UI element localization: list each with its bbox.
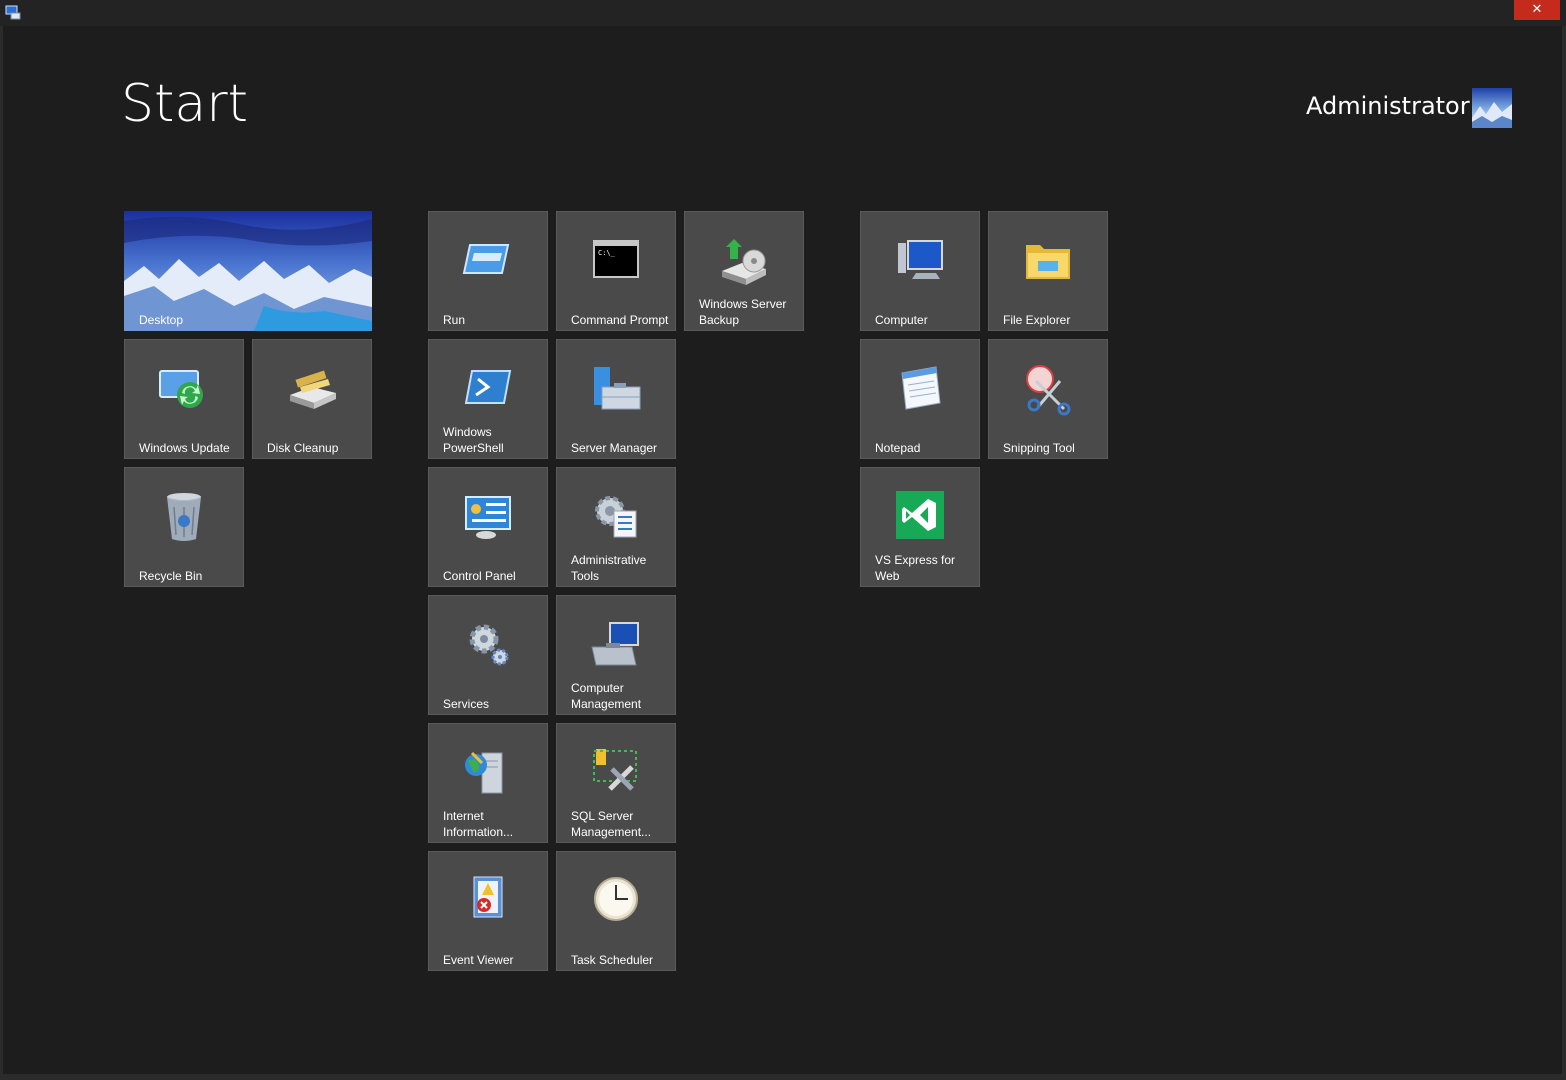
tile-label: Server Manager — [571, 441, 658, 455]
title-bar: ✕ — [0, 0, 1566, 26]
tile-label: VS Express for Web — [875, 553, 956, 583]
folder-icon — [1026, 245, 1070, 279]
tile-recycle-bin[interactable]: Recycle Bin — [124, 467, 244, 587]
tile-windows-update[interactable]: Windows Update — [124, 339, 244, 459]
window-frame-right — [1562, 26, 1566, 1080]
administrative-tools-icon — [595, 496, 637, 538]
windows-update-icon — [159, 370, 203, 408]
disk-cleanup-icon — [290, 370, 336, 409]
event-viewer-icon — [473, 876, 503, 918]
tile-server-manager[interactable]: Server Manager — [556, 339, 676, 459]
tile-desktop[interactable]: Desktop — [124, 211, 372, 331]
tile-label: Snipping Tool — [1003, 441, 1075, 455]
tile-windows-powershell[interactable]: Windows PowerShell — [428, 339, 548, 459]
server-manager-icon — [594, 367, 641, 410]
run-icon — [462, 244, 510, 274]
tile-label: Administrative Tools — [571, 553, 647, 583]
server-backup-icon — [722, 239, 766, 285]
tile-label: Task Scheduler — [571, 953, 654, 967]
tile-label: Disk Cleanup — [267, 441, 339, 455]
tile-label: SQL Server Management... — [571, 809, 652, 839]
tile-run[interactable]: Run — [428, 211, 548, 331]
powershell-icon — [464, 370, 512, 404]
tile-label: Event Viewer — [443, 953, 514, 967]
tile-notepad[interactable]: Notepad — [860, 339, 980, 459]
tile-computer-management[interactable]: Computer Management — [556, 595, 676, 715]
page-title: Start — [121, 74, 249, 134]
tile-administrative-tools[interactable]: Administrative Tools — [556, 467, 676, 587]
close-button[interactable]: ✕ — [1514, 0, 1560, 20]
tile-control-panel[interactable]: Control Panel — [428, 467, 548, 587]
avatar — [1472, 88, 1512, 128]
scissors-icon — [1026, 365, 1071, 416]
computer-monitor-icon — [898, 240, 943, 279]
visual-studio-icon — [896, 491, 944, 539]
tile-disk-cleanup[interactable]: Disk Cleanup — [252, 339, 372, 459]
computer-management-icon — [591, 622, 639, 666]
task-scheduler-clock-icon — [594, 877, 638, 921]
tile-label: Command Prompt — [571, 313, 669, 327]
recycle-bin-icon — [167, 493, 201, 541]
tile-label: Recycle Bin — [139, 569, 203, 583]
remote-desktop-icon — [5, 5, 21, 20]
svg-text:C:\_: C:\_ — [598, 249, 616, 257]
tile-computer[interactable]: Computer — [860, 211, 980, 331]
tile-file-explorer[interactable]: File Explorer — [988, 211, 1108, 331]
iis-icon — [465, 751, 503, 794]
tile-internet-information-services[interactable]: Internet Information... — [428, 723, 548, 843]
tile-command-prompt[interactable]: C:\_ Command Prompt — [556, 211, 676, 331]
tile-label: Computer Management — [571, 681, 642, 711]
tile-label: Windows Server Backup — [699, 297, 787, 327]
tile-vs-express-for-web[interactable]: VS Express for Web — [860, 467, 980, 587]
sql-server-icon — [593, 749, 637, 791]
services-gear-icon — [469, 624, 509, 666]
notepad-icon — [901, 366, 941, 410]
control-panel-icon — [465, 496, 511, 539]
user-name: Administrator — [1306, 92, 1470, 120]
tile-label: Desktop — [139, 313, 184, 327]
window-frame-bottom — [0, 1074, 1566, 1080]
tile-label: Windows Update — [139, 441, 230, 455]
tile-snipping-tool[interactable]: Snipping Tool — [988, 339, 1108, 459]
tile-task-scheduler[interactable]: Task Scheduler — [556, 851, 676, 971]
tile-services[interactable]: Services — [428, 595, 548, 715]
window-frame-left — [0, 26, 3, 1080]
tile-label: Services — [443, 697, 490, 711]
tile-label: Internet Information... — [443, 809, 514, 839]
command-prompt-icon: C:\_ — [593, 240, 639, 278]
tile-label: Run — [443, 313, 466, 327]
tile-label: Computer — [875, 313, 928, 327]
tile-event-viewer[interactable]: Event Viewer — [428, 851, 548, 971]
tile-label: File Explorer — [1003, 313, 1071, 327]
tile-label: Notepad — [875, 441, 921, 455]
tile-label: Windows PowerShell — [443, 425, 504, 455]
tile-label: Control Panel — [443, 569, 516, 583]
tile-windows-server-backup[interactable]: Windows Server Backup — [684, 211, 804, 331]
tile-sql-server-management[interactable]: SQL Server Management... — [556, 723, 676, 843]
